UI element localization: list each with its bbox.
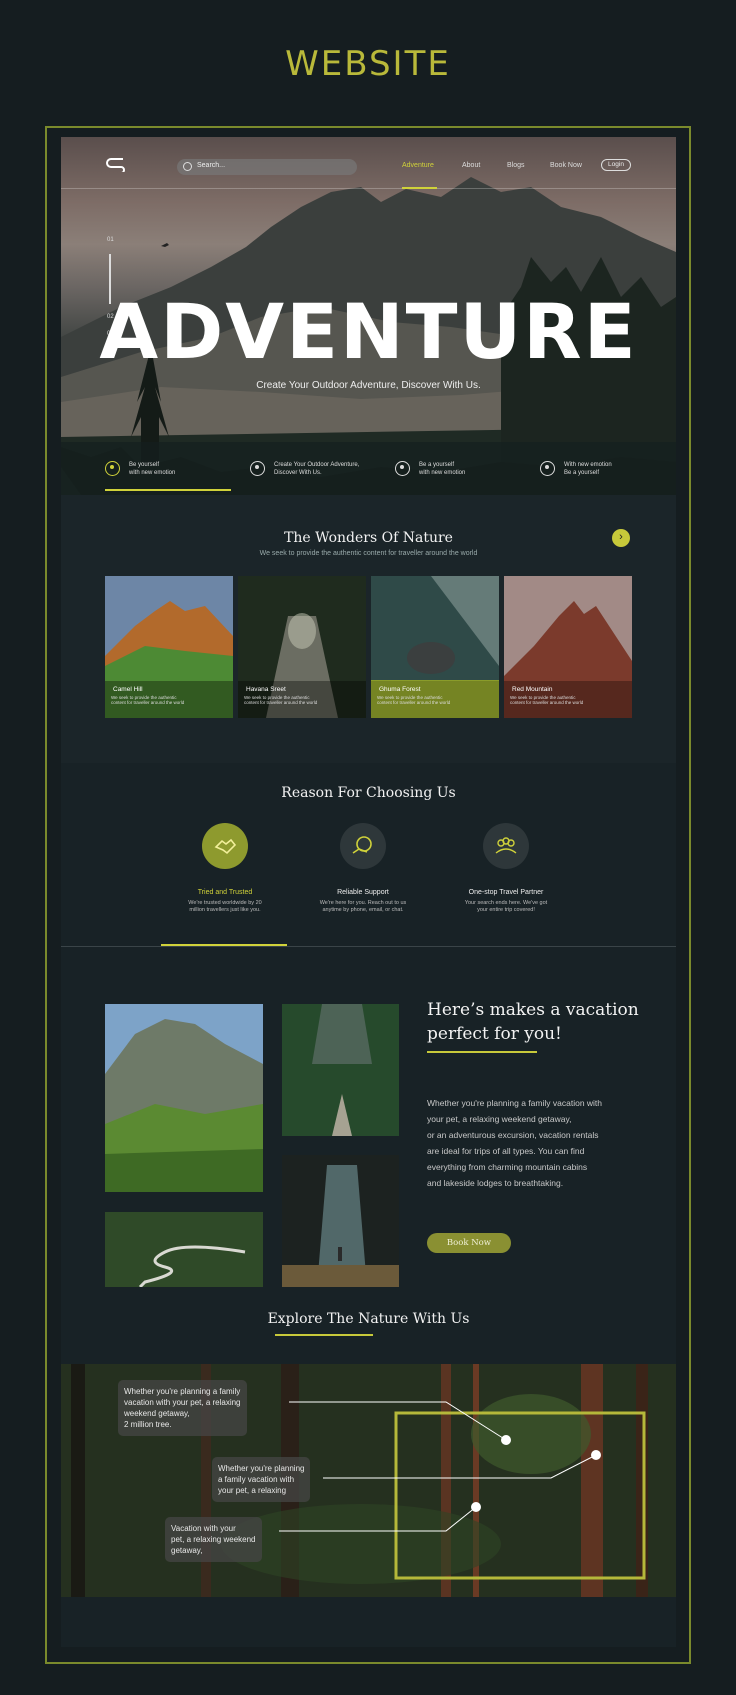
reason-title: Tried and Trusted [197, 889, 253, 896]
tooltip-line: 2 million tree. [124, 1420, 172, 1429]
feature-line2: Discover With Us. [274, 470, 322, 476]
slide-number[interactable]: 01 [107, 237, 114, 243]
wonders-title: The Wonders Of Nature [284, 530, 453, 546]
top-navigation: Search... Adventure About Blogs Book Now… [61, 137, 676, 189]
vacation-paragraph: everything from charming mountain cabins [427, 1162, 588, 1172]
nav-active-indicator [402, 187, 437, 189]
gallery-image [105, 1212, 263, 1287]
reason-desc: million travellers just like you. [189, 907, 261, 913]
tooltip-line: Whether you're planning a family [124, 1387, 241, 1396]
info-tooltip: Whether you're planning a family vacatio… [212, 1457, 311, 1502]
explore-section: Explore The Nature With Us Whether you'r… [61, 1287, 676, 1647]
card-title: Ghuma Forest [379, 686, 421, 693]
card-desc: content for traveller around the world [377, 700, 451, 705]
hero-feature[interactable]: Create Your Outdoor Adventure, Discover … [250, 460, 390, 480]
reasons-section: Reason For Choosing Us Tried and Trusted… [61, 763, 676, 947]
vacation-paragraph: and lakeside lodges to breathtaking. [427, 1178, 564, 1188]
reason-desc: anytime by phone, email, or chat. [322, 907, 404, 913]
tooltip-line: vacation with your pet, a relaxing [124, 1398, 241, 1407]
s-logo-icon[interactable] [105, 156, 127, 172]
reason-desc: We're here for you. Reach out to us [319, 900, 407, 906]
vacation-heading: Here’s makes a vacation [427, 1000, 639, 1020]
heading-underline [275, 1334, 373, 1336]
wonders-subtitle: We seek to provide the authentic content… [259, 550, 478, 557]
feature-active-indicator [105, 489, 231, 491]
card-title: Havana Sreet [246, 686, 286, 693]
card-title: Camel Hill [113, 686, 143, 693]
destination-card[interactable]: Camel Hill We seek to provide the authen… [105, 576, 233, 718]
nav-link-book-now[interactable]: Book Now [550, 162, 582, 169]
hero-section: Search... Adventure About Blogs Book Now… [61, 137, 676, 495]
handshake-icon[interactable] [202, 823, 248, 869]
gallery-image [282, 1004, 399, 1136]
hero-feature-strip: Be yourself with new emotion Create Your… [61, 442, 676, 495]
destination-card[interactable]: Ghuma Forest We seek to provide the auth… [371, 576, 499, 718]
destination-card[interactable]: Havana Sreet We seek to provide the auth… [238, 576, 366, 718]
hero-feature[interactable]: With new emotion Be a yourself [540, 460, 676, 480]
feature-line1: Be yourself [129, 462, 160, 468]
vacation-paragraph: your pet, a relaxing weekend getaway, [427, 1114, 572, 1124]
login-button[interactable]: Login [601, 159, 631, 171]
feature-line2: Be a yourself [564, 470, 600, 476]
tooltip-line: getaway, [171, 1546, 203, 1555]
wonders-section: The Wonders Of Nature We seek to provide… [61, 495, 676, 763]
destination-card[interactable]: Red Mountain We seek to provide the auth… [504, 576, 632, 718]
reason-desc: your entire trip covered! [477, 907, 535, 913]
tooltip-line: your pet, a relaxing [218, 1486, 287, 1495]
reason-title: One-stop Travel Partner [468, 889, 544, 896]
page-title: WEBSITE [285, 44, 451, 84]
vacation-heading: perfect for you! [427, 1024, 562, 1044]
tooltip-line: Vacation with your [171, 1524, 236, 1533]
search-icon [183, 162, 192, 171]
explore-title: Explore The Nature With Us [267, 1311, 470, 1327]
book-now-button[interactable]: Book Now [427, 1233, 511, 1253]
globe-hand-icon[interactable] [340, 823, 386, 869]
location-pin-icon [250, 461, 265, 476]
feature-line1: Create Your Outdoor Adventure, [274, 462, 360, 468]
card-desc: content for traveller around the world [510, 700, 584, 705]
hero-feature[interactable]: Be yourself with new emotion [105, 460, 245, 480]
feature-line1: Be a yourself [419, 462, 455, 468]
card-desc: content for traveller around the world [111, 700, 185, 705]
search-input[interactable]: Search... [197, 162, 225, 169]
hero-headline: ADVENTURE [99, 287, 638, 376]
card-desc: content for traveller around the world [244, 700, 318, 705]
vacation-paragraph: or an adventurous excursion, vacation re… [427, 1130, 599, 1140]
hero-feature[interactable]: Be a yourself with new emotion [395, 460, 535, 480]
feature-line1: With new emotion [564, 462, 612, 468]
vacation-section: Here’s makes a vacation perfect for you!… [61, 947, 676, 1287]
search-bar[interactable]: Search... [177, 159, 357, 175]
card-title: Red Mountain [512, 686, 553, 693]
info-tooltip: Vacation with your pet, a relaxing weeke… [165, 1517, 262, 1562]
vacation-paragraph: Whether you're planning a family vacatio… [427, 1098, 603, 1108]
heading-underline [427, 1051, 537, 1053]
nav-link-about[interactable]: About [462, 162, 480, 169]
info-tooltip: Whether you're planning a family vacatio… [118, 1380, 247, 1436]
website-mockup: Search... Adventure About Blogs Book Now… [61, 137, 676, 1647]
forest-banner: Whether you're planning a family vacatio… [61, 1364, 676, 1597]
feature-line2: with new emotion [419, 470, 466, 476]
reason-desc: Your search ends here. We've got [464, 900, 548, 906]
reason-active-indicator [161, 944, 287, 946]
gallery-image [105, 1004, 263, 1192]
feature-line2: with new emotion [129, 470, 176, 476]
reason-title: Reliable Support [337, 889, 389, 896]
hero-subtitle: Create Your Outdoor Adventure, Discover … [256, 380, 481, 391]
tooltip-line: a family vacation with [218, 1475, 295, 1484]
reasons-title: Reason For Choosing Us [281, 785, 456, 801]
nav-link-adventure[interactable]: Adventure [402, 162, 434, 169]
vacation-paragraph: are ideal for trips of all types. You ca… [427, 1146, 585, 1156]
reason-desc: We're trusted worldwide by 20 [188, 900, 262, 906]
gallery-image [282, 1155, 399, 1287]
location-pin-icon [540, 461, 555, 476]
tooltip-line: Whether you're planning [218, 1464, 305, 1473]
location-pin-icon [105, 461, 120, 476]
location-pin-icon [395, 461, 410, 476]
tooltip-line: pet, a relaxing weekend [171, 1535, 256, 1544]
group-icon[interactable] [483, 823, 529, 869]
tooltip-line: weekend getaway, [124, 1409, 190, 1418]
nav-link-blogs[interactable]: Blogs [507, 162, 525, 169]
chevron-right-icon[interactable]: › [612, 529, 630, 547]
